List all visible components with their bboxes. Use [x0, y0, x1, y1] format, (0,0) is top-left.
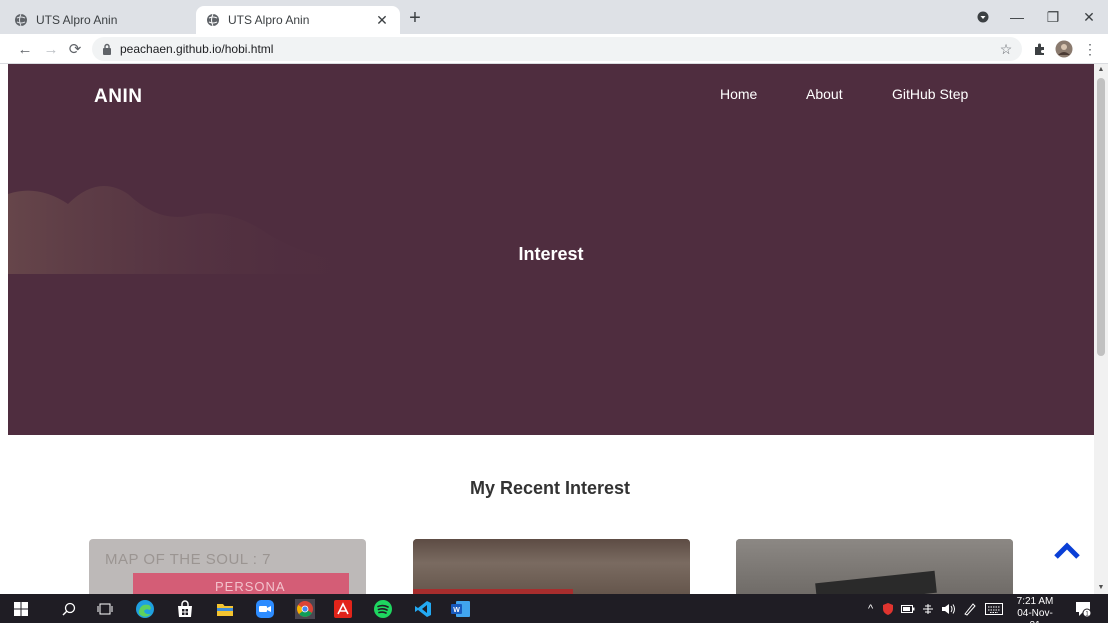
chevron-up-tray-icon[interactable]: ^ [868, 603, 873, 615]
battery-icon[interactable] [901, 604, 915, 614]
system-tray: ^ [868, 594, 1004, 623]
card-subtitle: PERSONA [215, 579, 286, 594]
vscode-icon[interactable] [412, 598, 434, 620]
close-icon[interactable]: ✕ [374, 12, 390, 29]
scroll-up-arrow[interactable]: ▲ [1094, 64, 1108, 76]
chevron-up-icon[interactable] [1052, 538, 1082, 562]
tab-strip: UTS Alpro Anin ✕ UTS Alpro Anin ✕ + — ❐ … [0, 0, 1108, 34]
page-viewport: Anin Home About GitHub Step Interest My … [0, 64, 1094, 594]
store-icon[interactable] [174, 598, 196, 620]
word-icon[interactable]: W [450, 598, 472, 620]
nav-link-home[interactable]: Home [720, 86, 757, 102]
svg-text:W: W [453, 607, 460, 614]
page-scrollbar[interactable]: ▲ ▼ [1094, 64, 1108, 594]
network-icon[interactable] [921, 603, 935, 615]
task-view-icon[interactable] [94, 598, 116, 620]
section-title: My Recent Interest [469, 478, 631, 498]
browser-toolbar: ← → ⟳ peachaen.github.io/hobi.html ☆ ⋮ [0, 34, 1108, 64]
nav-link-about[interactable]: About [806, 86, 843, 102]
tab-title: UTS Alpro Anin [36, 13, 118, 27]
notification-center-icon[interactable]: 1 [1072, 598, 1094, 620]
antivirus-tray-icon[interactable] [881, 602, 895, 616]
plus-icon[interactable]: + [404, 8, 426, 30]
profile-icon[interactable] [1054, 39, 1074, 59]
nav-link-github-step[interactable]: GitHub Step [892, 86, 968, 102]
globe-icon [15, 13, 27, 27]
volume-icon[interactable] [941, 603, 957, 615]
card-caption: MAP OF THE SOUL : 7 [105, 551, 271, 568]
windows-start-icon[interactable] [10, 598, 32, 620]
tab-title: UTS Alpro Anin [228, 13, 310, 27]
address-bar[interactable]: peachaen.github.io/hobi.html [92, 37, 1022, 61]
search-icon[interactable] [58, 598, 80, 620]
scroll-down-arrow[interactable]: ▼ [1094, 582, 1108, 594]
interest-card-1[interactable]: MAP OF THE SOUL : 7 PERSONA [89, 539, 366, 594]
windows-taskbar: W ^ 7:21 AM 04-Nov-21 1 [0, 594, 1108, 631]
zoom-icon[interactable] [254, 598, 276, 620]
minimize-icon[interactable]: — [1000, 0, 1034, 34]
menu-icon[interactable]: ⋮ [1080, 39, 1100, 59]
scrollbar-thumb[interactable] [1097, 78, 1105, 356]
back-icon[interactable]: ← [14, 38, 36, 60]
card-image [413, 539, 690, 594]
lock-icon [103, 43, 111, 55]
url-text: peachaen.github.io/hobi.html [120, 42, 274, 56]
pen-icon[interactable] [963, 602, 977, 616]
taskbar-clock[interactable]: 7:21 AM 04-Nov-21 [1012, 596, 1058, 632]
file-explorer-icon[interactable] [214, 598, 236, 620]
profile-indicator-icon[interactable] [966, 0, 1000, 34]
interest-card-3[interactable] [736, 539, 1013, 594]
clock-date: 04-Nov-21 [1017, 608, 1053, 631]
star-icon[interactable]: ☆ [996, 39, 1016, 59]
globe-icon [207, 13, 219, 27]
acrobat-icon[interactable] [332, 598, 354, 620]
keyboard-icon[interactable] [985, 602, 1004, 615]
window-close-icon[interactable]: ✕ [1072, 0, 1106, 34]
browser-tab-2[interactable]: UTS Alpro Anin ✕ [196, 6, 400, 34]
clock-time: 7:21 AM [1016, 596, 1054, 607]
reload-icon[interactable]: ⟳ [64, 38, 86, 60]
extensions-icon[interactable] [1030, 39, 1050, 59]
hero-section: Anin Home About GitHub Step Interest [8, 64, 1094, 435]
spotify-icon[interactable] [372, 598, 394, 620]
interest-card-2[interactable] [413, 539, 690, 594]
hero-title: Interest [518, 244, 584, 264]
site-brand[interactable]: Anin [94, 86, 142, 108]
restore-icon[interactable]: ❐ [1036, 0, 1070, 34]
chrome-icon[interactable] [294, 598, 316, 620]
edge-icon[interactable] [134, 598, 156, 620]
forward-icon[interactable]: → [40, 38, 62, 60]
